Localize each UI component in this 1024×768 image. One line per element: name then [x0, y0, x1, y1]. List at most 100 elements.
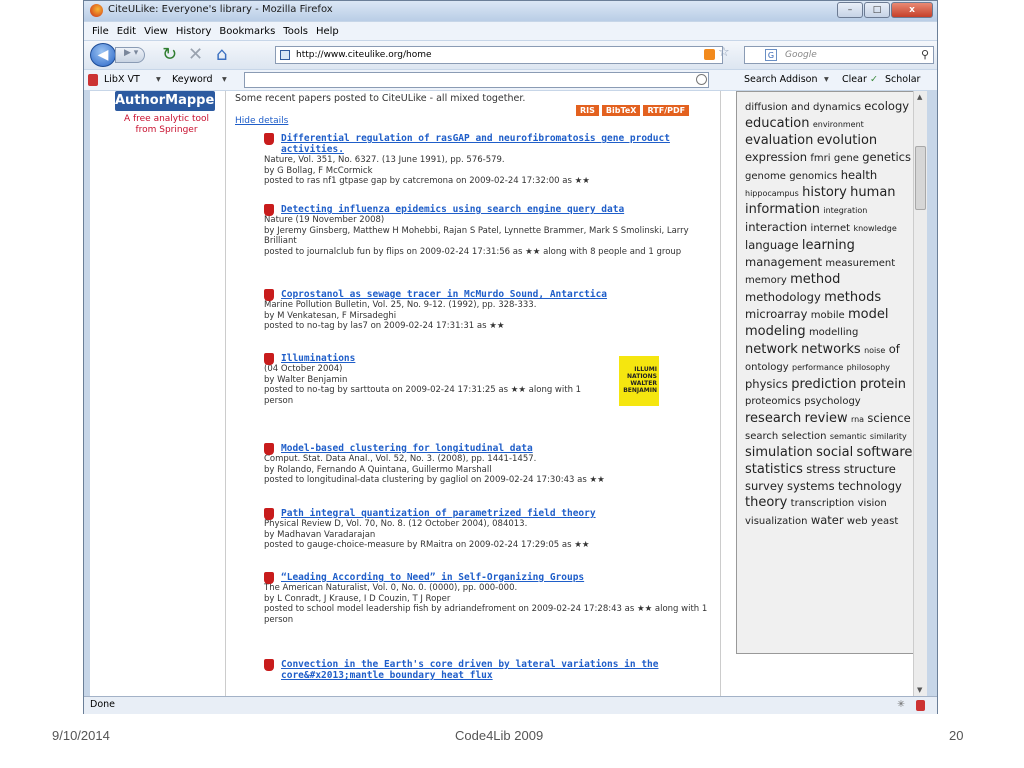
scrollbar-thumb[interactable]: [915, 146, 926, 210]
tag-link[interactable]: history: [802, 185, 847, 200]
tag-link[interactable]: transcription: [791, 498, 855, 509]
tag-link[interactable]: psychology: [804, 396, 861, 407]
tag-link[interactable]: performance: [792, 363, 843, 372]
paper-title-link[interactable]: Path integral quantization of parametriz…: [264, 508, 709, 519]
tag-link[interactable]: semantic: [830, 432, 867, 441]
tag-link[interactable]: stress: [806, 462, 840, 476]
tag-link[interactable]: yeast: [871, 516, 898, 527]
maximize-button[interactable]: □: [864, 2, 890, 18]
url-bar[interactable]: http://www.citeulike.org/home: [275, 46, 723, 64]
paper-title-link[interactable]: Coprostanol as sewage tracer in McMurdo …: [264, 289, 709, 300]
tag-link[interactable]: evolution: [817, 133, 877, 148]
tag-link[interactable]: structure: [844, 462, 896, 476]
menu-view[interactable]: View: [144, 26, 168, 37]
bookmark-star-icon[interactable]: ☆: [718, 45, 730, 60]
tag-link[interactable]: methodology: [745, 290, 821, 304]
paper-title-link[interactable]: Illuminations: [264, 353, 604, 364]
scroll-up-icon[interactable]: ▲: [917, 93, 922, 101]
menu-history[interactable]: History: [176, 26, 212, 37]
back-button[interactable]: ◀: [90, 43, 116, 67]
tag-link[interactable]: expression: [745, 150, 807, 164]
tag-link[interactable]: prediction: [791, 377, 856, 392]
search-addison-arrow-icon[interactable]: ▾: [824, 74, 829, 85]
vertical-scrollbar[interactable]: ▲ ▼: [913, 91, 927, 696]
keyword-arrow-icon[interactable]: ▾: [222, 74, 227, 85]
search-addison-button[interactable]: Search Addison: [744, 74, 817, 85]
tag-link[interactable]: proteomics: [745, 396, 801, 407]
tag-link[interactable]: learning: [802, 238, 855, 253]
authormapper-logo[interactable]: AuthorMapper: [115, 91, 221, 111]
tag-link[interactable]: genomics: [789, 171, 837, 182]
rss-icon[interactable]: [704, 49, 715, 60]
tag-link[interactable]: systems: [787, 479, 835, 493]
menu-tools[interactable]: Tools: [283, 26, 308, 37]
export-rtf-pdf-button[interactable]: RTF/PDF: [643, 105, 690, 116]
tag-link[interactable]: review: [805, 411, 848, 426]
tag-link[interactable]: integration: [823, 206, 867, 215]
google-icon[interactable]: G: [765, 49, 777, 61]
paper-title-link[interactable]: Detecting influenza epidemics using sear…: [264, 204, 709, 215]
tag-link[interactable]: internet: [811, 223, 851, 234]
tag-link[interactable]: memory: [745, 275, 787, 286]
tag-link[interactable]: modeling: [745, 324, 806, 339]
tag-link[interactable]: modelling: [809, 327, 858, 338]
tag-link[interactable]: interaction: [745, 220, 807, 234]
tag-link[interactable]: similarity: [870, 432, 907, 441]
tag-link[interactable]: human: [850, 185, 895, 200]
tag-link[interactable]: research: [745, 411, 801, 426]
menu-edit[interactable]: Edit: [117, 26, 136, 37]
clear-button[interactable]: Clear: [842, 74, 867, 85]
libx-menu-arrow-icon[interactable]: ▾: [156, 74, 161, 85]
paper-title-link[interactable]: Differential regulation of rasGAP and ne…: [264, 133, 709, 155]
tag-link[interactable]: information: [745, 202, 820, 217]
libx-go-icon[interactable]: [696, 74, 707, 85]
keyword-dropdown[interactable]: Keyword: [172, 74, 213, 85]
tag-link[interactable]: evaluation: [745, 133, 813, 148]
tag-link[interactable]: protein: [860, 377, 906, 392]
book-cover-image[interactable]: ILLUMI NATIONS WALTER BENJAMIN: [619, 356, 659, 406]
tag-link[interactable]: genome: [745, 171, 786, 182]
minimize-button[interactable]: –: [837, 2, 863, 18]
tag-link[interactable]: hippocampus: [745, 189, 799, 198]
tag-link[interactable]: simulation: [745, 445, 813, 460]
tag-link[interactable]: language: [745, 238, 799, 252]
tag-link[interactable]: survey: [745, 479, 784, 493]
hide-details-link[interactable]: Hide details: [235, 116, 288, 126]
tag-link[interactable]: water: [811, 513, 844, 527]
tag-link[interactable]: of: [889, 342, 900, 356]
scholar-button[interactable]: Scholar: [885, 74, 920, 85]
tag-link[interactable]: diffusion and dynamics: [745, 102, 861, 113]
tag-link[interactable]: science: [867, 411, 910, 425]
tag-link[interactable]: physics: [745, 377, 788, 391]
tag-link[interactable]: methods: [824, 290, 881, 305]
menu-help[interactable]: Help: [316, 26, 339, 37]
tag-link[interactable]: education: [745, 116, 810, 131]
authormapper-ad[interactable]: AuthorMapper A free analytic tool from S…: [115, 91, 221, 181]
menu-file[interactable]: File: [92, 26, 109, 37]
tag-link[interactable]: social: [816, 445, 853, 460]
tag-link[interactable]: selection: [782, 431, 827, 442]
tag-link[interactable]: gene: [834, 153, 859, 164]
broom-icon[interactable]: ✓: [870, 74, 878, 85]
forward-button[interactable]: ▶ ▾: [115, 47, 145, 63]
tag-link[interactable]: software: [857, 445, 913, 460]
libx-status-icon[interactable]: [916, 700, 925, 711]
tag-link[interactable]: network: [745, 342, 798, 357]
tag-link[interactable]: health: [841, 168, 877, 182]
stop-icon[interactable]: ✕: [188, 45, 203, 65]
menu-bookmarks[interactable]: Bookmarks: [219, 26, 275, 37]
tag-link[interactable]: microarray: [745, 307, 807, 321]
addon-icon[interactable]: ✳: [897, 699, 905, 710]
tag-link[interactable]: visualization: [745, 516, 807, 527]
tag-link[interactable]: noise: [864, 346, 885, 355]
scroll-down-icon[interactable]: ▼: [917, 686, 922, 694]
close-button[interactable]: x: [891, 2, 933, 18]
tag-link[interactable]: knowledge: [853, 224, 896, 233]
tag-link[interactable]: environment: [813, 120, 864, 129]
tag-link[interactable]: measurement: [825, 258, 895, 269]
tag-link[interactable]: technology: [838, 479, 902, 493]
tag-link[interactable]: model: [848, 307, 888, 322]
export-bibtex-button[interactable]: BibTeX: [601, 105, 641, 116]
tag-link[interactable]: method: [790, 272, 840, 287]
search-box[interactable]: G Google ⚲: [744, 46, 934, 64]
